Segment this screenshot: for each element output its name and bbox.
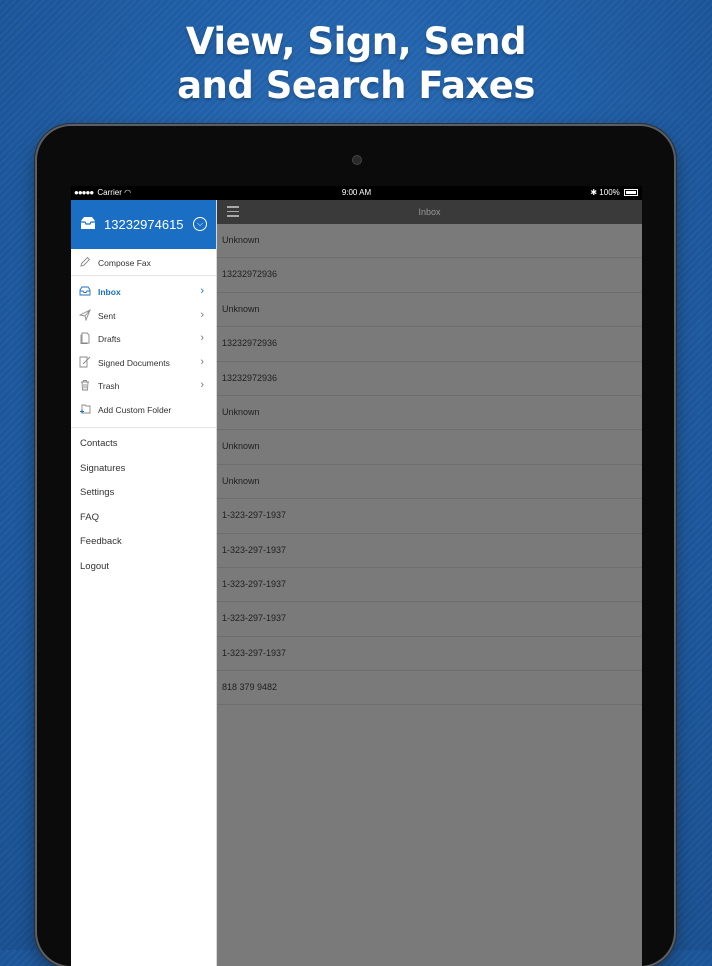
tablet-screen: ●●●●● Carrier ◠ 9:00 AM ✱ 100% 132329746… [71, 186, 642, 966]
sidebar: 13232974615 ⌵ Compose Fax Inbox › Sent ›… [71, 200, 217, 966]
list-item[interactable]: Unknown [217, 396, 642, 431]
list-item[interactable]: 818 379 9482 [217, 671, 642, 706]
tablet-frame: ●●●●● Carrier ◠ 9:00 AM ✱ 100% 132329746… [37, 126, 674, 966]
sidebar-link-logout[interactable]: Logout [71, 555, 216, 580]
drafts-icon [80, 332, 90, 344]
sidebar-item-sent[interactable]: Sent › [71, 304, 216, 328]
bluetooth-icon: ✱ [590, 188, 598, 197]
list-item[interactable]: 1-323-297-1937 [217, 637, 642, 672]
camera [353, 156, 361, 164]
sidebar-link-contacts[interactable]: Contacts [71, 432, 216, 457]
chevron-right-icon: › [200, 308, 204, 321]
account-dropdown-icon[interactable]: ⌵ [193, 217, 207, 231]
add-folder-icon [80, 404, 91, 413]
sidebar-link-signatures[interactable]: Signatures [71, 457, 216, 482]
compose-fax-label: Compose Fax [98, 258, 151, 268]
sidebar-item-label: Trash [98, 381, 120, 391]
list-item[interactable]: Unknown [217, 430, 642, 465]
inbox-list: Unknown 13232972936 Unknown 13232972936 … [217, 224, 642, 706]
promo-headline: View, Sign, Send and Search Faxes [0, 20, 712, 108]
sidebar-item-signed-documents[interactable]: Signed Documents › [71, 351, 216, 375]
chevron-right-icon: › [200, 379, 204, 391]
list-item[interactable]: 1-323-297-1937 [217, 602, 642, 637]
headline-line-2: and Search Faxes [177, 64, 535, 107]
pencil-icon [80, 256, 91, 267]
sidebar-item-label: Sent [98, 310, 116, 321]
account-number: 13232974615 [104, 217, 184, 232]
list-item[interactable]: Unknown [217, 293, 642, 328]
sidebar-link-settings[interactable]: Settings [71, 481, 216, 506]
inbox-panel: Inbox Unknown 13232972936 Unknown 132329… [217, 200, 642, 966]
list-item[interactable]: Unknown [217, 224, 642, 259]
headline-line-1: View, Sign, Send [185, 20, 527, 63]
inbox-icon [79, 286, 91, 296]
status-time: 9:00 AM [341, 188, 372, 197]
sidebar-item-inbox[interactable]: Inbox › [71, 280, 216, 304]
sidebar-item-label: Signed Documents [98, 357, 170, 368]
chevron-right-icon: › [200, 332, 204, 344]
sidebar-item-drafts[interactable]: Drafts › [71, 327, 216, 351]
trash-icon [81, 380, 89, 391]
sidebar-item-label: Inbox [98, 287, 121, 297]
sidebar-item-trash[interactable]: Trash › [71, 374, 216, 398]
add-custom-folder-label: Add Custom Folder [98, 404, 172, 415]
list-item[interactable]: 13232972936 [217, 362, 642, 396]
sidebar-item-label: Drafts [98, 334, 121, 344]
chevron-right-icon: › [200, 355, 204, 368]
add-custom-folder-button[interactable]: Add Custom Folder [71, 398, 216, 422]
list-item[interactable]: 13232972936 [217, 258, 642, 293]
battery-percent: 100% [599, 188, 620, 197]
account-header[interactable]: 13232974615 ⌵ [71, 200, 216, 249]
battery-icon [624, 189, 638, 197]
fax-tray-icon [81, 217, 95, 229]
signed-documents-icon [79, 356, 91, 367]
folder-list: Inbox › Sent › Drafts › Signed Documents… [71, 280, 216, 428]
status-bar: ●●●●● Carrier ◠ 9:00 AM ✱ 100% [71, 186, 642, 200]
nav-title: Inbox [418, 207, 441, 217]
list-item[interactable]: 1-323-297-1937 [217, 568, 642, 603]
chevron-right-icon: › [200, 285, 204, 297]
list-item[interactable]: Unknown [217, 465, 642, 500]
status-right-group: ✱ 100% [590, 186, 638, 200]
list-item[interactable]: 1-323-297-1937 [217, 534, 642, 568]
list-item[interactable]: 13232972936 [217, 327, 642, 362]
compose-fax-button[interactable]: Compose Fax [71, 249, 216, 276]
sidebar-link-feedback[interactable]: Feedback [71, 530, 216, 555]
list-item[interactable]: 1-323-297-1937 [217, 499, 642, 534]
send-icon [79, 308, 91, 321]
sidebar-link-faq[interactable]: FAQ [71, 506, 216, 531]
sidebar-links: Contacts Signatures Settings FAQ Feedbac… [71, 428, 216, 579]
nav-bar: Inbox [217, 200, 642, 224]
